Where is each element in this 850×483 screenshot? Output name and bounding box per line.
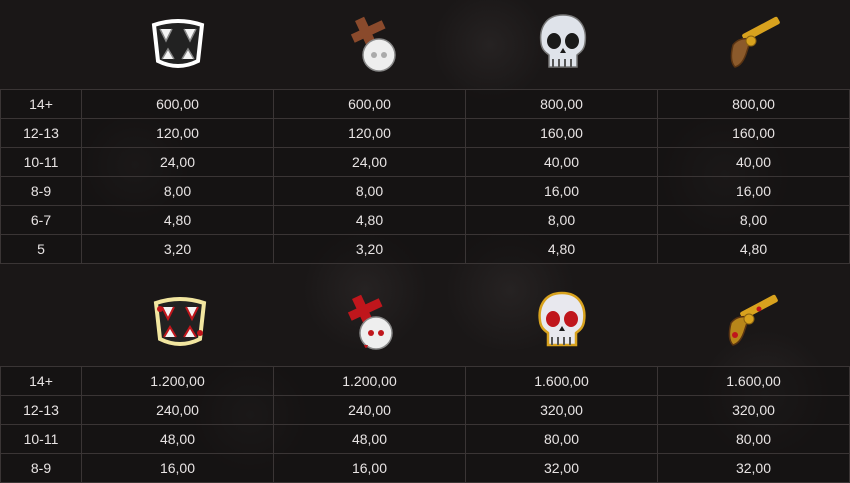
payout-cell: 16,00 bbox=[657, 176, 850, 206]
payout-cell: 24,00 bbox=[81, 147, 274, 177]
payout-cell: 48,00 bbox=[81, 424, 274, 454]
count-label: 10-11 bbox=[0, 147, 82, 177]
payout-cell: 3,20 bbox=[273, 234, 466, 264]
payout-cell: 16,00 bbox=[273, 453, 466, 483]
count-label: 14+ bbox=[0, 89, 82, 119]
count-label: 8-9 bbox=[0, 176, 82, 206]
payout-cell: 4,80 bbox=[273, 205, 466, 235]
payout-cell: 320,00 bbox=[657, 395, 850, 425]
payout-cell: 16,00 bbox=[465, 176, 658, 206]
table-row: 14+ 1.200,00 1.200,00 1.600,00 1.600,00 bbox=[0, 366, 850, 396]
payout-cell: 4,80 bbox=[465, 234, 658, 264]
payout-cell: 4,80 bbox=[657, 234, 850, 264]
payout-cell: 3,20 bbox=[81, 234, 274, 264]
payout-cell: 160,00 bbox=[465, 118, 658, 148]
payout-cell: 16,00 bbox=[81, 453, 274, 483]
payout-cell: 1.600,00 bbox=[465, 366, 658, 396]
payout-cell: 800,00 bbox=[465, 89, 658, 119]
payout-cell: 80,00 bbox=[465, 424, 658, 454]
table-row: 10-11 24,00 24,00 40,00 40,00 bbox=[0, 147, 850, 177]
bloody-cross-skull-icon bbox=[335, 286, 405, 356]
table-row: 14+ 600,00 600,00 800,00 800,00 bbox=[0, 89, 850, 119]
payout-cell: 8,00 bbox=[465, 205, 658, 235]
count-label: 5 bbox=[0, 234, 82, 264]
count-label: 12-13 bbox=[0, 395, 82, 425]
bloody-skull-icon bbox=[527, 286, 597, 356]
payout-cell: 600,00 bbox=[81, 89, 274, 119]
payout-cell: 8,00 bbox=[657, 205, 850, 235]
table-row: 6-7 4,80 4,80 8,00 8,00 bbox=[0, 205, 850, 235]
table-row: 5 3,20 3,20 4,80 4,80 bbox=[0, 234, 850, 264]
payout-cell: 40,00 bbox=[465, 147, 658, 177]
payout-cell: 240,00 bbox=[273, 395, 466, 425]
payout-cell: 320,00 bbox=[465, 395, 658, 425]
payout-cell: 240,00 bbox=[81, 395, 274, 425]
bloody-fangs-icon bbox=[145, 286, 215, 356]
count-label: 10-11 bbox=[0, 424, 82, 454]
count-label: 6-7 bbox=[0, 205, 82, 235]
table-row: 8-9 16,00 16,00 32,00 32,00 bbox=[0, 453, 850, 483]
payout-cell: 160,00 bbox=[657, 118, 850, 148]
payout-cell: 800,00 bbox=[657, 89, 850, 119]
symbol-row-regular bbox=[0, 0, 850, 90]
payout-cell: 120,00 bbox=[81, 118, 274, 148]
payout-cell: 80,00 bbox=[657, 424, 850, 454]
payout-cell: 120,00 bbox=[273, 118, 466, 148]
payout-cell: 1.200,00 bbox=[273, 366, 466, 396]
count-label: 14+ bbox=[0, 366, 82, 396]
payout-cell: 1.600,00 bbox=[657, 366, 850, 396]
pistol-icon bbox=[718, 8, 788, 78]
fangs-icon bbox=[143, 8, 213, 78]
payout-cell: 48,00 bbox=[273, 424, 466, 454]
count-label: 12-13 bbox=[0, 118, 82, 148]
table-row: 8-9 8,00 8,00 16,00 16,00 bbox=[0, 176, 850, 206]
paytable-regular: 14+ 600,00 600,00 800,00 800,00 12-13 12… bbox=[0, 89, 850, 264]
table-row: 12-13 120,00 120,00 160,00 160,00 bbox=[0, 118, 850, 148]
skull-icon bbox=[528, 8, 598, 78]
payout-cell: 600,00 bbox=[273, 89, 466, 119]
payout-cell: 4,80 bbox=[81, 205, 274, 235]
cross-skull-icon bbox=[338, 8, 408, 78]
payout-cell: 32,00 bbox=[465, 453, 658, 483]
payout-cell: 1.200,00 bbox=[81, 366, 274, 396]
paytable-bloody: 14+ 1.200,00 1.200,00 1.600,00 1.600,00 … bbox=[0, 366, 850, 483]
table-row: 10-11 48,00 48,00 80,00 80,00 bbox=[0, 424, 850, 454]
symbol-row-bloody bbox=[0, 278, 850, 368]
count-label: 8-9 bbox=[0, 453, 82, 483]
payout-cell: 32,00 bbox=[657, 453, 850, 483]
payout-cell: 8,00 bbox=[81, 176, 274, 206]
payout-cell: 40,00 bbox=[657, 147, 850, 177]
bloody-pistol-icon bbox=[716, 286, 786, 356]
payout-cell: 24,00 bbox=[273, 147, 466, 177]
payout-cell: 8,00 bbox=[273, 176, 466, 206]
table-row: 12-13 240,00 240,00 320,00 320,00 bbox=[0, 395, 850, 425]
